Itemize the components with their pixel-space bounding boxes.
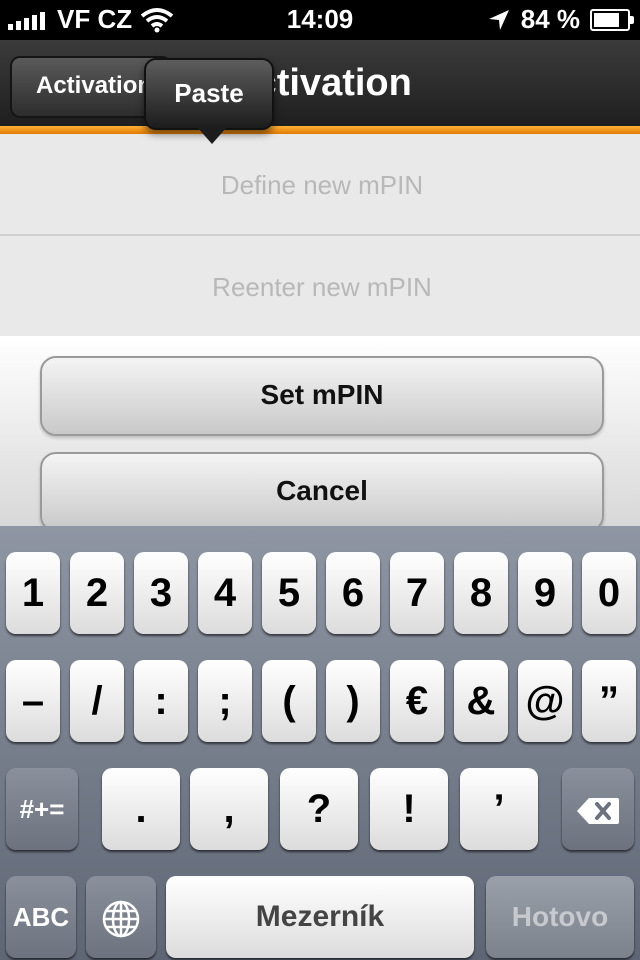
globe-icon [102, 900, 140, 938]
key-question[interactable]: ? [280, 768, 358, 850]
battery-level [594, 12, 620, 27]
status-bar: VF CZ 14:09 84 % [0, 0, 640, 40]
key-7[interactable]: 7 [390, 552, 444, 634]
key-period[interactable]: . [102, 768, 180, 850]
key-6[interactable]: 6 [326, 552, 380, 634]
key-4[interactable]: 4 [198, 552, 252, 634]
key-colon[interactable]: : [134, 660, 188, 742]
key-semicolon[interactable]: ; [198, 660, 252, 742]
key-quote[interactable]: ” [582, 660, 636, 742]
keyboard: 1 2 3 4 5 6 7 8 9 0 – / : ; ( ) € & @ ” … [0, 526, 640, 960]
set-mpin-button[interactable]: Set mPIN [40, 356, 604, 436]
nav-accent-stripe [0, 126, 640, 134]
battery-percent: 84 % [520, 4, 580, 34]
key-9[interactable]: 9 [518, 552, 572, 634]
key-5[interactable]: 5 [262, 552, 316, 634]
key-3[interactable]: 3 [134, 552, 188, 634]
key-2[interactable]: 2 [70, 552, 124, 634]
paste-button[interactable]: Paste [144, 58, 274, 144]
key-apostrophe[interactable]: ’ [460, 768, 538, 850]
backspace-key[interactable] [562, 768, 634, 850]
key-exclamation[interactable]: ! [370, 768, 448, 850]
globe-key[interactable] [86, 876, 156, 958]
location-arrow-icon [488, 9, 509, 30]
reenter-mpin-input[interactable] [0, 236, 640, 338]
new-mpin-field[interactable] [0, 134, 640, 236]
key-slash[interactable]: / [70, 660, 124, 742]
key-open-paren[interactable]: ( [262, 660, 316, 742]
abc-key[interactable]: ABC [6, 876, 76, 958]
key-dash[interactable]: – [6, 660, 60, 742]
reenter-mpin-field[interactable] [0, 236, 640, 338]
status-right: 84 % [487, 4, 634, 35]
battery-icon [590, 8, 634, 31]
backspace-icon [577, 798, 619, 825]
symbols-key[interactable]: #+= [6, 768, 78, 850]
key-8[interactable]: 8 [454, 552, 508, 634]
key-close-paren[interactable]: ) [326, 660, 380, 742]
done-key[interactable]: Hotovo [486, 876, 634, 958]
key-1[interactable]: 1 [6, 552, 60, 634]
new-mpin-input[interactable] [0, 134, 640, 236]
key-comma[interactable]: , [190, 768, 268, 850]
cancel-button[interactable]: Cancel [40, 452, 604, 532]
key-euro[interactable]: € [390, 660, 444, 742]
key-ampersand[interactable]: & [454, 660, 508, 742]
key-at[interactable]: @ [518, 660, 572, 742]
action-area: Set mPIN Cancel [0, 336, 640, 532]
space-key[interactable]: Mezerník [166, 876, 474, 958]
key-0[interactable]: 0 [582, 552, 636, 634]
